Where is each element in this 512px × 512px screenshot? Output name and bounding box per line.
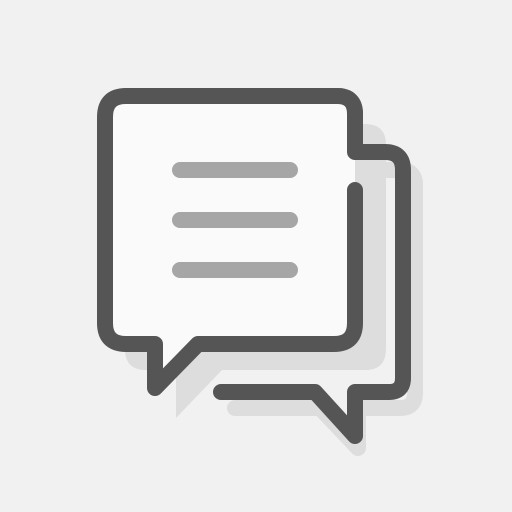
chat-bubbles-icon <box>97 88 423 456</box>
icon-canvas <box>0 0 512 512</box>
